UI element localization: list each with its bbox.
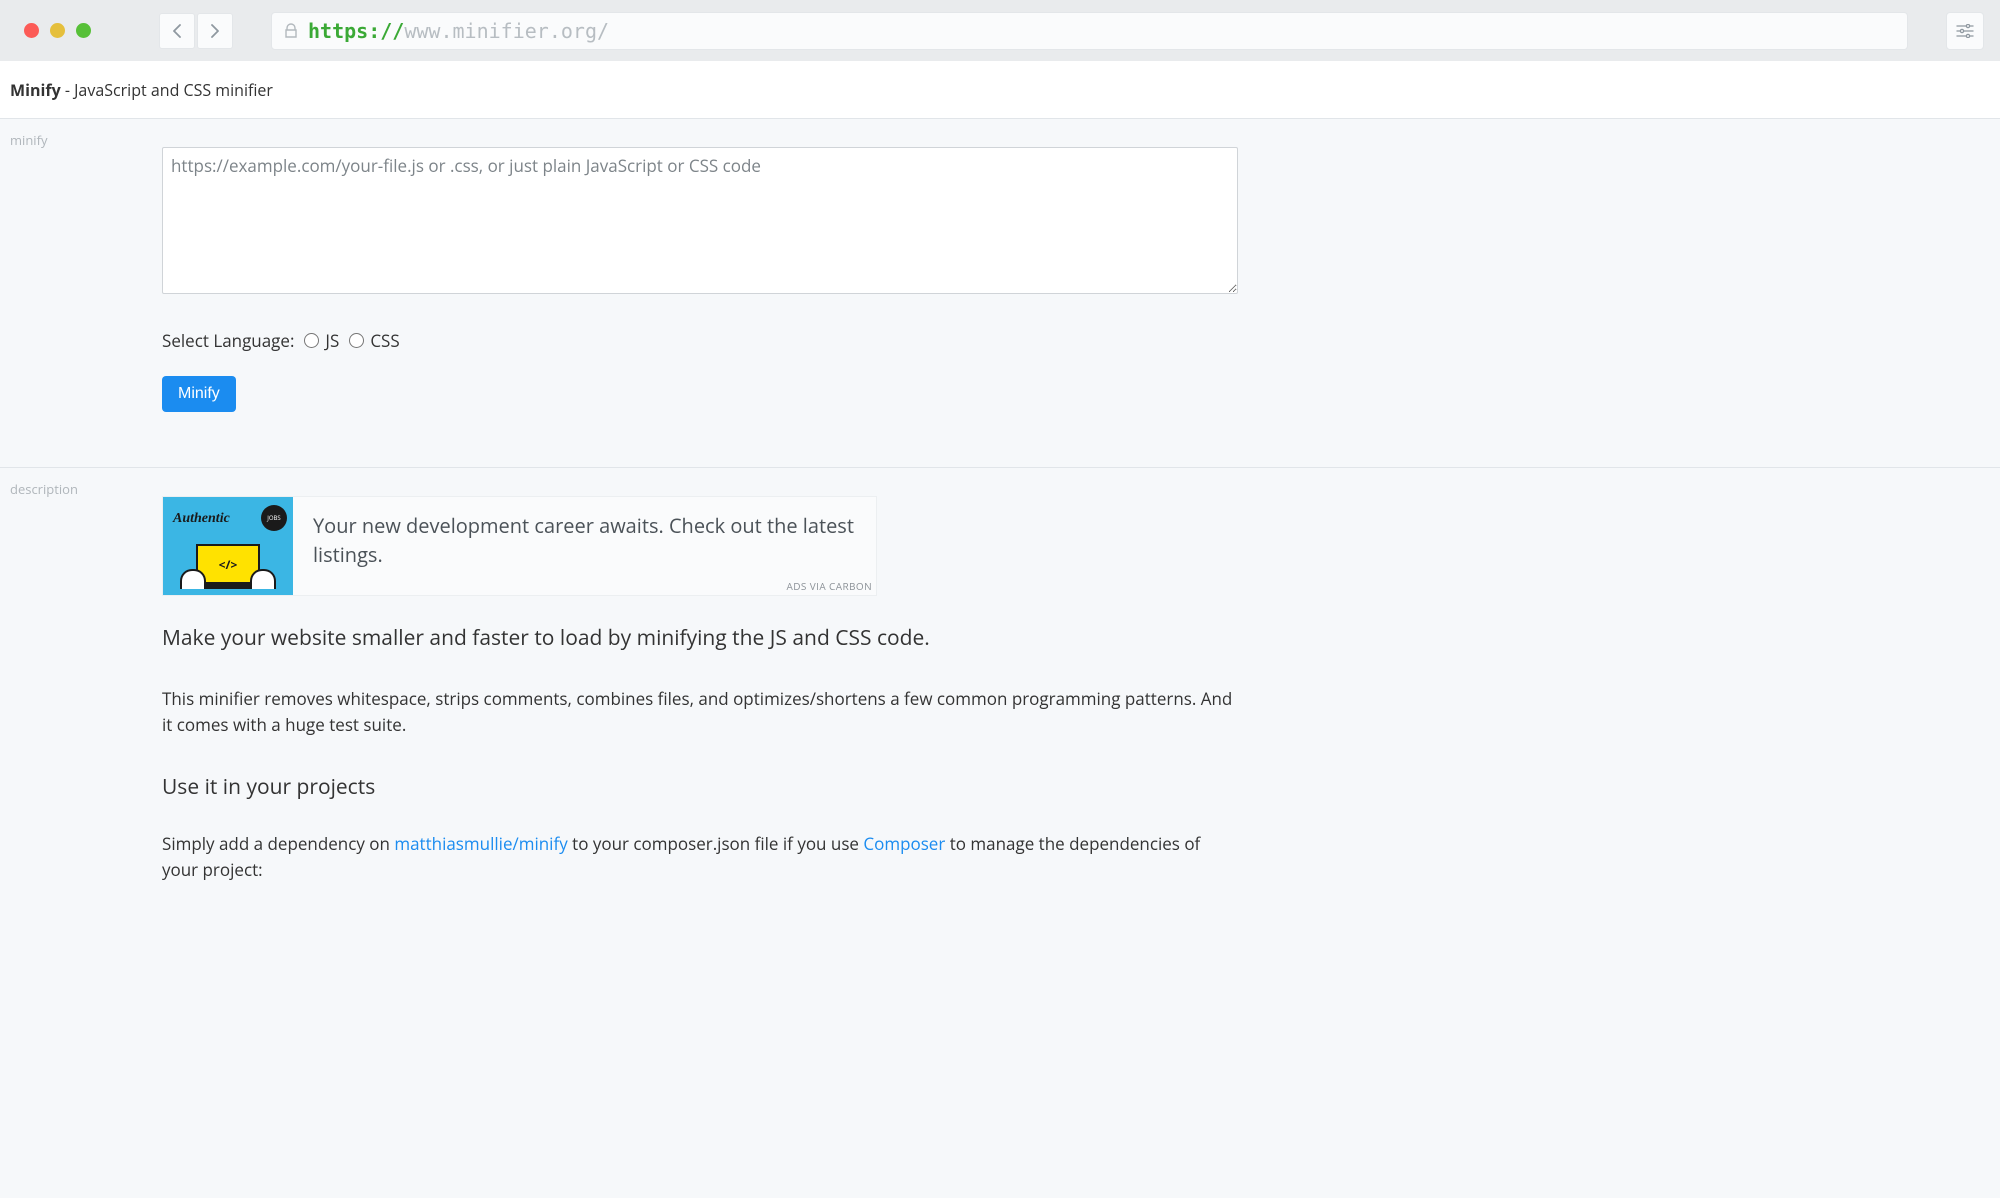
lang-js-option[interactable]: JS <box>304 329 339 352</box>
browser-settings-button[interactable] <box>1946 12 1984 50</box>
minify-package-link[interactable]: matthiasmullie/minify <box>394 832 567 855</box>
page-header: Minify - JavaScript and CSS minifier <box>0 61 2000 119</box>
ad-logo-text: Authentic <box>173 511 230 527</box>
lang-js-label: JS <box>325 329 339 352</box>
window-controls <box>24 23 91 38</box>
chevron-right-icon <box>210 24 220 38</box>
brand-name: Minify <box>10 79 61 101</box>
ad-image: Authentic JOBS </> <box>163 497 293 595</box>
carbon-ad[interactable]: Authentic JOBS </> Your new development … <box>162 496 877 596</box>
minify-section: minify Select Language: JS CSS Minify <box>0 119 2000 468</box>
minify-button[interactable]: Minify <box>162 376 236 412</box>
description-paragraph-2: Simply add a dependency on matthiasmulli… <box>162 831 1238 884</box>
code-input[interactable] <box>162 147 1238 294</box>
brand-tagline: - JavaScript and CSS minifier <box>61 79 273 101</box>
url-host-path: www.minifier.org/ <box>404 19 609 43</box>
back-button[interactable] <box>159 13 195 49</box>
section-label-description: description <box>10 480 78 498</box>
p2-mid: to your composer.json file if you use <box>568 832 864 855</box>
url-scheme: https:// <box>308 19 404 43</box>
description-subhead: Use it in your projects <box>162 773 1238 801</box>
lang-css-label: CSS <box>370 329 399 352</box>
ad-jobs-badge: JOBS <box>261 505 287 531</box>
description-paragraph-1: This minifier removes whitespace, strips… <box>162 686 1238 739</box>
select-language-label: Select Language: <box>162 329 294 352</box>
description-lead: Make your website smaller and faster to … <box>162 624 1238 652</box>
language-row: Select Language: JS CSS <box>162 329 1238 352</box>
ad-via-label: ADS VIA CARBON <box>787 579 873 593</box>
window-minimize-icon[interactable] <box>50 23 65 38</box>
chevron-left-icon <box>172 24 182 38</box>
lang-js-radio[interactable] <box>304 333 319 348</box>
forward-button[interactable] <box>197 13 233 49</box>
window-maximize-icon[interactable] <box>76 23 91 38</box>
laptop-icon: </> <box>186 544 270 589</box>
section-label-minify: minify <box>10 131 47 149</box>
lang-css-radio[interactable] <box>349 333 364 348</box>
browser-chrome: https://www.minifier.org/ <box>0 0 2000 61</box>
composer-link[interactable]: Composer <box>863 832 945 855</box>
lang-css-option[interactable]: CSS <box>349 329 399 352</box>
lock-icon <box>284 23 298 39</box>
p2-prefix: Simply add a dependency on <box>162 832 394 855</box>
window-close-icon[interactable] <box>24 23 39 38</box>
address-bar[interactable]: https://www.minifier.org/ <box>271 12 1908 50</box>
url-text: https://www.minifier.org/ <box>308 19 609 43</box>
sliders-icon <box>1956 24 1974 38</box>
description-section: description Authentic JOBS </> Your new … <box>0 468 2000 883</box>
nav-buttons <box>159 13 233 49</box>
